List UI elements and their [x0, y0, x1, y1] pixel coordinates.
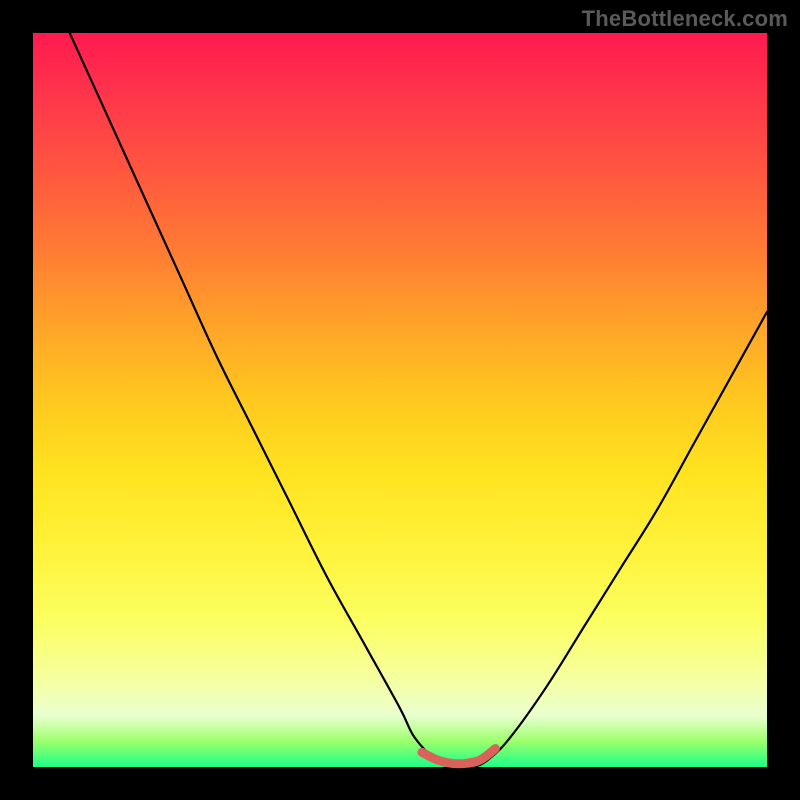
bottleneck-curve-svg	[33, 33, 767, 767]
plot-area	[33, 33, 767, 767]
highlight-segment-path	[422, 749, 495, 764]
chart-frame: TheBottleneck.com	[0, 0, 800, 800]
watermark-text: TheBottleneck.com	[582, 6, 788, 32]
bottleneck-curve-path	[70, 33, 767, 768]
